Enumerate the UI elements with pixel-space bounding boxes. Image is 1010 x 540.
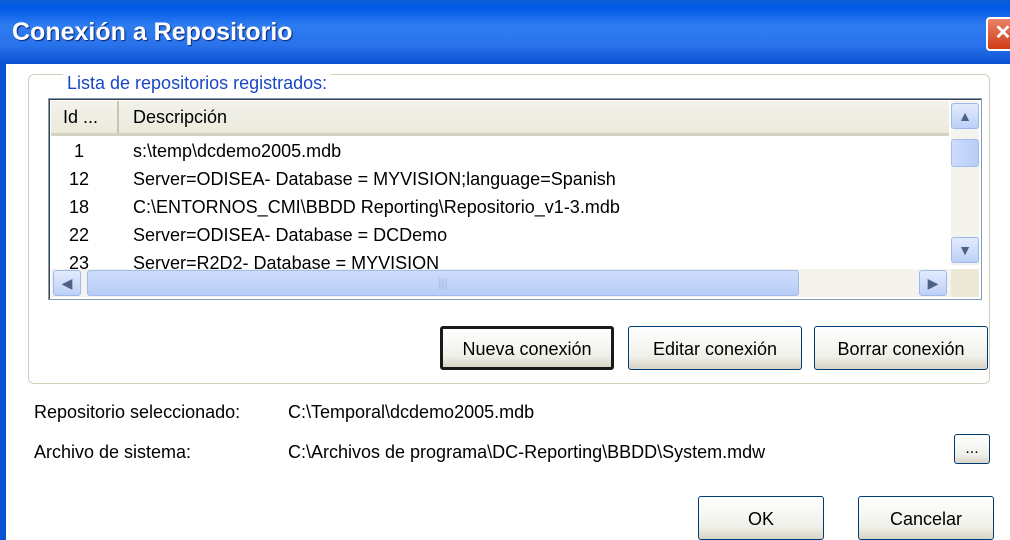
new-connection-button[interactable]: Nueva conexión (440, 326, 614, 370)
row-id: 22 (68, 225, 90, 245)
selected-repository-value: C:\Temporal\dcdemo2005.mdb (288, 402, 535, 422)
scroll-left-arrow-icon: ◀ (61, 275, 73, 291)
list-row[interactable]: 12 Server=ODISEA- Database = MYVISION;la… (51, 165, 947, 193)
window-title: Conexión a Repositorio (12, 18, 293, 46)
row-description: Server=ODISEA- Database = DCDemo (133, 225, 448, 245)
list-row[interactable]: 1 s:\temp\dcdemo2005.mdb (51, 137, 947, 165)
delete-connection-button[interactable]: Borrar conexión (814, 326, 988, 370)
scroll-right-arrow-icon: ▶ (927, 275, 939, 291)
cancel-button[interactable]: Cancelar (858, 496, 994, 540)
system-file-label: Archivo de sistema: (34, 442, 192, 462)
row-description: Server=ODISEA- Database = MYVISION;langu… (133, 169, 616, 189)
scroll-up-arrow-icon: ▲ (958, 108, 972, 124)
horizontal-scrollbar[interactable]: ◀ ||| ▶ (51, 269, 951, 297)
repositories-list[interactable]: Id ... Descripción 1 s:\temp\dcdemo2005.… (48, 98, 982, 300)
horizontal-scroll-thumb[interactable]: ||| (87, 270, 799, 296)
row-description: C:\ENTORNOS_CMI\BBDD Reporting\Repositor… (133, 197, 620, 217)
scroll-down-button[interactable]: ▼ (951, 237, 979, 263)
vertical-scroll-thumb[interactable] (951, 139, 979, 167)
row-description: s:\temp\dcdemo2005.mdb (133, 141, 342, 161)
selected-repository-label: Repositorio seleccionado: (34, 402, 241, 422)
title-bar[interactable]: Conexión a Repositorio ✕ (0, 0, 1010, 64)
list-header: Id ... Descripción (51, 101, 949, 136)
scroll-up-button[interactable]: ▲ (951, 103, 979, 129)
browse-button[interactable]: ... (954, 434, 990, 464)
scrollbar-corner (951, 269, 979, 297)
row-id: 18 (68, 197, 90, 217)
edit-connection-button[interactable]: Editar conexión (628, 326, 802, 370)
dialog-body: Lista de repositorios registrados: Id ..… (6, 64, 1010, 540)
ok-button[interactable]: OK (698, 496, 824, 540)
row-id: 12 (68, 169, 90, 189)
scroll-left-button[interactable]: ◀ (53, 270, 81, 296)
system-file-value: C:\Archivos de programa\DC-Reporting\BBD… (288, 442, 766, 462)
list-row[interactable]: 22 Server=ODISEA- Database = DCDemo (51, 221, 947, 249)
column-header-description[interactable]: Descripción (123, 101, 227, 133)
column-header-id[interactable]: Id ... (51, 101, 119, 133)
vertical-scrollbar[interactable]: ▲ ▼ (951, 101, 979, 265)
list-row[interactable]: 18 C:\ENTORNOS_CMI\BBDD Reporting\Reposi… (51, 193, 947, 221)
scroll-right-button[interactable]: ▶ (919, 270, 947, 296)
scroll-down-arrow-icon: ▼ (958, 242, 972, 258)
row-id: 1 (73, 141, 84, 161)
close-icon: ✕ (994, 22, 1010, 44)
close-button[interactable]: ✕ (986, 17, 1010, 51)
group-legend: Lista de repositorios registrados: (63, 73, 332, 94)
list-rows: 1 s:\temp\dcdemo2005.mdb 12 Server=ODISE… (51, 137, 947, 277)
